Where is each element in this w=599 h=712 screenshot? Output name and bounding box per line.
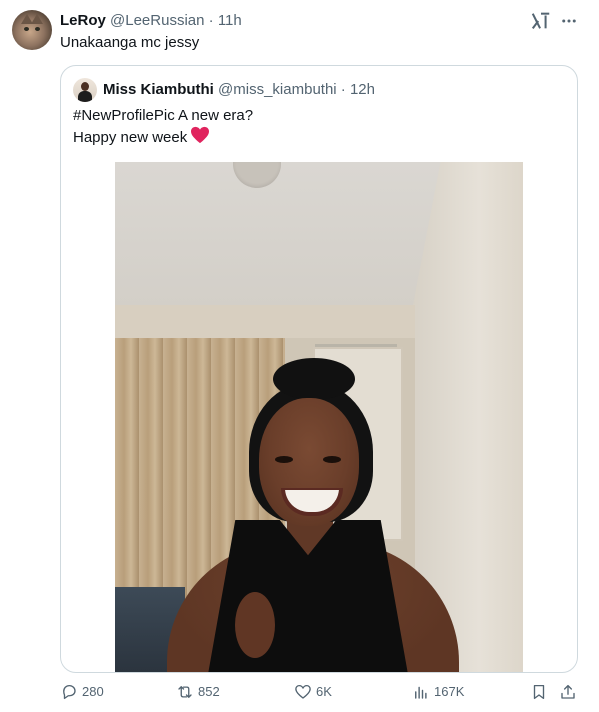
action-bar: 280 852 6K 167K (60, 680, 585, 704)
views-count: 167K (434, 684, 465, 699)
quoted-text-line2-row: Happy new week (73, 126, 253, 148)
reply-count: 280 (82, 684, 104, 699)
tweet-time[interactable]: 11h (218, 12, 242, 29)
bookmark-button[interactable] (530, 680, 552, 704)
tweet-text: Unakaanga mc jessy (60, 34, 200, 51)
quoted-text: #NewProfilePic A new era? Happy new week (73, 106, 253, 148)
heart-icon (295, 684, 311, 699)
author-name[interactable]: LeRoy (60, 12, 106, 29)
red-heart-emoji-icon (191, 126, 210, 144)
author-handle[interactable]: @LeeRussian (110, 12, 204, 29)
quoted-author-handle[interactable]: @miss_kiambuthi (218, 81, 337, 98)
quoted-header: Miss Kiambuthi @miss_kiambuthi · 12h (103, 80, 375, 100)
bookmark-icon (533, 684, 545, 700)
share-icon (561, 684, 575, 699)
author-avatar[interactable] (12, 10, 52, 50)
quoted-text-line1: #NewProfilePic A new era? (73, 107, 254, 124)
views-button[interactable]: 167K (412, 680, 464, 704)
reply-icon (63, 684, 76, 700)
tweet-header: LeRoy @LeeRussian · 11h (60, 11, 242, 31)
repost-button[interactable]: 852 (176, 680, 220, 704)
grok-icon[interactable] (530, 10, 552, 32)
quoted-text-line2: Happy new week (73, 129, 188, 146)
quoted-separator: · (340, 81, 346, 98)
views-icon (415, 686, 427, 699)
repost-icon (178, 686, 192, 698)
quoted-author-avatar[interactable] (73, 78, 97, 102)
more-icon[interactable] (560, 12, 578, 30)
share-button[interactable] (559, 680, 581, 704)
like-count: 6K (316, 684, 332, 699)
reply-button[interactable]: 280 (60, 680, 104, 704)
quoted-author-name[interactable]: Miss Kiambuthi (103, 81, 214, 98)
tweet[interactable]: LeRoy @LeeRussian · 11h Unakaanga mc jes… (0, 0, 599, 712)
quoted-photo[interactable] (115, 162, 523, 672)
repost-count: 852 (198, 684, 220, 699)
like-button[interactable]: 6K (294, 680, 332, 704)
header-separator: · (208, 12, 214, 29)
quoted-tweet[interactable]: Miss Kiambuthi @miss_kiambuthi · 12h #Ne… (60, 65, 578, 673)
quoted-time[interactable]: 12h (350, 81, 375, 98)
